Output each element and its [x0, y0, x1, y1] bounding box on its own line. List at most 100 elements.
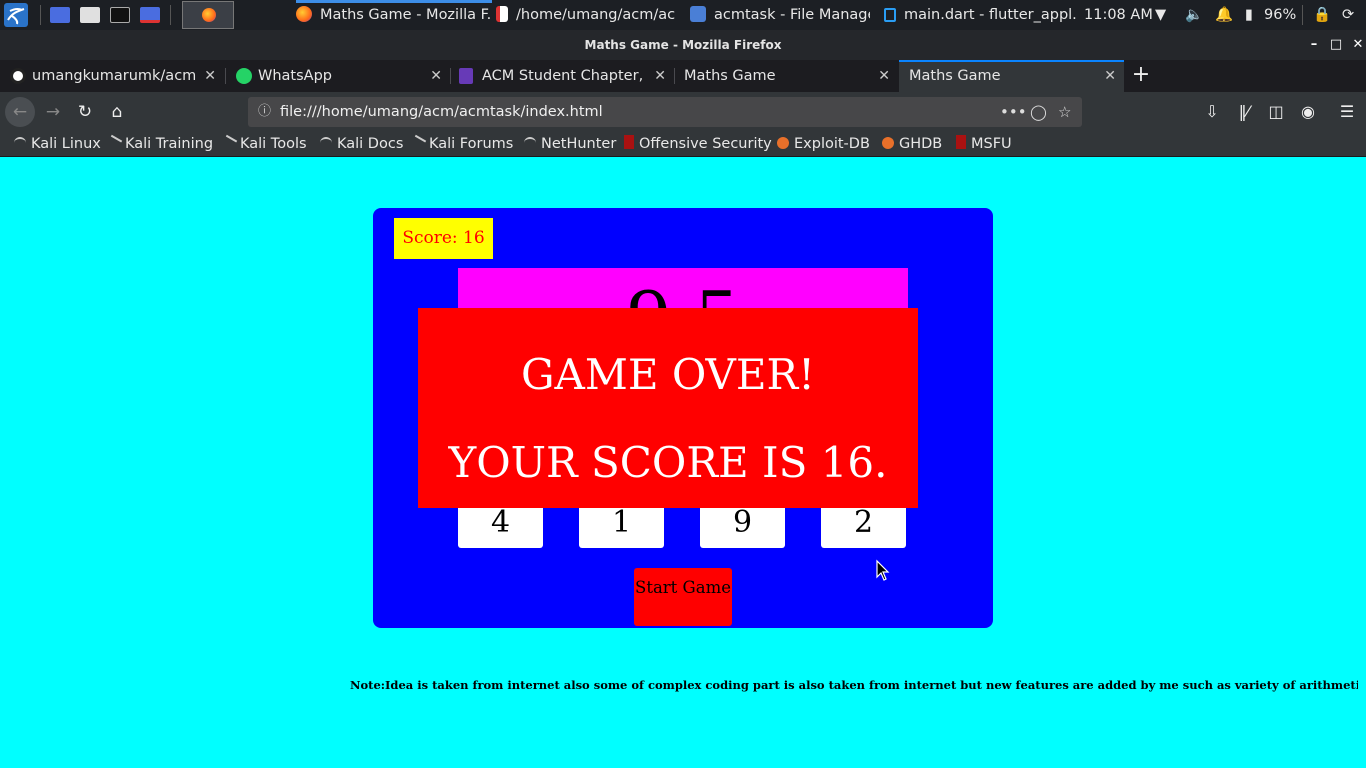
folder-icon — [690, 6, 706, 22]
lock-icon[interactable]: 🔒 — [1313, 0, 1331, 30]
game-over-title: GAME OVER! — [520, 350, 816, 399]
kali-dragon-icon — [14, 137, 26, 149]
tab-acm-form[interactable]: ACM Student Chapter, BIT Mesra ✕ — [450, 60, 674, 92]
task-label: Maths Game - Mozilla F... — [320, 7, 492, 23]
task-label: /home/umang/acm/ac... — [516, 7, 676, 23]
account-icon[interactable]: ◉ — [1295, 97, 1321, 127]
running-firefox-button[interactable] — [182, 1, 234, 29]
page-content: Score: 16 9 5 4 1 9 2 Start Game GAME OV… — [0, 158, 1366, 768]
score-box: Score: 16 — [394, 218, 493, 259]
downloads-icon[interactable]: ⇩ — [1199, 97, 1225, 127]
whatsapp-icon — [236, 68, 252, 84]
bookmark-label: Kali Tools — [240, 136, 307, 152]
url-bar[interactable]: ⓘ file:///home/umang/acm/acmtask/index.h… — [248, 97, 1082, 127]
minimize-icon[interactable]: – — [1304, 30, 1324, 60]
game-over-overlay: GAME OVER! YOUR SCORE IS 16. — [418, 308, 918, 508]
kali-dragon-icon — [320, 137, 332, 149]
file-manager-icon[interactable] — [80, 7, 100, 23]
offsec-icon — [956, 135, 966, 149]
bookmarks-toolbar: Kali Linux Kali Training Kali Tools Kali… — [0, 132, 1366, 157]
task-firefox[interactable]: Maths Game - Mozilla F... — [296, 0, 492, 30]
mouse-cursor-icon — [876, 559, 890, 581]
terminal-icon[interactable] — [110, 7, 130, 23]
kali-dragon-icon — [409, 134, 427, 152]
site-info-icon[interactable]: ⓘ — [258, 97, 271, 127]
tab-label: WhatsApp — [258, 68, 332, 84]
task-vscode[interactable]: main.dart - flutter_appl... — [884, 0, 1076, 30]
screen-recorder-icon[interactable] — [140, 7, 160, 23]
refresh-icon[interactable]: ⟳ — [1342, 0, 1354, 30]
close-tab-icon[interactable]: ✕ — [654, 60, 666, 92]
task-label: acmtask - File Manager — [714, 7, 870, 23]
tab-label: umangkumarumk/acmtask — [32, 68, 196, 84]
url-text: file:///home/umang/acm/acmtask/index.htm… — [280, 104, 603, 120]
final-score-text: YOUR SCORE IS 16. — [448, 438, 888, 487]
bookmark-label: Kali Linux — [31, 136, 101, 152]
forms-icon — [459, 68, 473, 84]
file-icon — [496, 6, 508, 22]
bookmark-offensive-security[interactable]: Offensive Security — [624, 132, 772, 156]
offsec-icon — [624, 135, 634, 149]
bookmark-exploit-db[interactable]: Exploit-DB — [777, 132, 870, 156]
notifications-icon[interactable]: 🔔 — [1215, 0, 1233, 30]
tab-github[interactable]: umangkumarumk/acmtask ✕ — [0, 60, 224, 92]
back-button[interactable]: ← — [5, 97, 35, 127]
menu-icon[interactable]: ☰ — [1334, 97, 1360, 127]
battery-icon[interactable]: ▮ — [1245, 0, 1253, 30]
reload-button[interactable]: ↻ — [70, 97, 100, 127]
panel-separator — [40, 5, 41, 25]
note-text: Note:Idea is taken from internet also so… — [350, 678, 1358, 692]
page-actions-icon[interactable]: ••• — [1000, 97, 1027, 127]
maximize-icon[interactable]: □ — [1326, 30, 1346, 60]
close-tab-icon[interactable]: ✕ — [1104, 60, 1116, 92]
show-desktop-icon[interactable] — [50, 7, 70, 23]
bookmark-kali-docs[interactable]: Kali Docs — [320, 132, 403, 156]
tab-maths-game[interactable]: Maths Game ✕ — [674, 60, 898, 92]
close-window-icon[interactable]: ✕ — [1348, 30, 1366, 60]
forward-button[interactable]: → — [38, 97, 68, 127]
library-icon[interactable]: ‖⁄ — [1231, 97, 1257, 127]
close-tab-icon[interactable]: ✕ — [204, 60, 216, 92]
close-tab-icon[interactable]: ✕ — [430, 60, 442, 92]
bookmark-label: Kali Training — [125, 136, 214, 152]
vscode-icon — [884, 8, 896, 22]
tab-whatsapp[interactable]: WhatsApp ✕ — [226, 60, 450, 92]
tab-label: ACM Student Chapter, BIT Mesra — [482, 68, 646, 84]
clock[interactable]: 11:08 AM — [1084, 0, 1153, 30]
bookmark-kali-training[interactable]: Kali Training — [105, 132, 214, 156]
close-tab-icon[interactable]: ✕ — [878, 60, 890, 92]
task-file-manager[interactable]: acmtask - File Manager — [690, 0, 870, 30]
wifi-icon[interactable]: ▼ — [1155, 0, 1166, 30]
kali-dragon-icon — [220, 134, 238, 152]
start-game-button[interactable]: Start Game — [634, 568, 732, 626]
sidebar-icon[interactable]: ◫ — [1263, 97, 1289, 127]
kali-menu-icon[interactable] — [4, 3, 28, 27]
home-button[interactable]: ⌂ — [102, 97, 132, 127]
bookmark-msfu[interactable]: MSFU — [956, 132, 1012, 156]
tab-label: Maths Game — [909, 68, 1001, 84]
task-label: main.dart - flutter_appl... — [904, 7, 1076, 23]
panel-separator — [170, 5, 171, 25]
bookmark-kali-forums[interactable]: Kali Forums — [409, 132, 513, 156]
volume-icon[interactable]: 🔈 — [1185, 0, 1203, 30]
bookmark-label: Offensive Security — [639, 136, 772, 152]
firefox-icon — [202, 8, 216, 22]
task-text-editor[interactable]: /home/umang/acm/ac... — [496, 0, 676, 30]
github-icon — [10, 68, 26, 84]
tab-label: Maths Game — [684, 68, 776, 84]
tab-strip: umangkumarumk/acmtask ✕ WhatsApp ✕ ACM S… — [0, 60, 1366, 92]
bookmark-nethunter[interactable]: NetHunter — [524, 132, 616, 156]
bookmark-ghdb[interactable]: GHDB — [882, 132, 942, 156]
kali-dragon-icon — [105, 134, 123, 152]
bookmark-kali-linux[interactable]: Kali Linux — [14, 132, 101, 156]
new-tab-button[interactable]: + — [1130, 60, 1152, 92]
tab-maths-game-active[interactable]: Maths Game ✕ — [899, 60, 1124, 92]
window-titlebar: Maths Game - Mozilla Firefox – □ ✕ — [0, 30, 1366, 60]
battery-percent: 96% — [1264, 7, 1297, 23]
ghdb-icon — [882, 137, 894, 149]
bookmark-kali-tools[interactable]: Kali Tools — [220, 132, 307, 156]
bookmark-star-icon[interactable]: ☆ — [1058, 97, 1071, 127]
bookmark-label: GHDB — [899, 136, 943, 152]
pocket-icon[interactable]: ◯ — [1030, 97, 1047, 127]
window-title: Maths Game - Mozilla Firefox — [584, 38, 782, 52]
